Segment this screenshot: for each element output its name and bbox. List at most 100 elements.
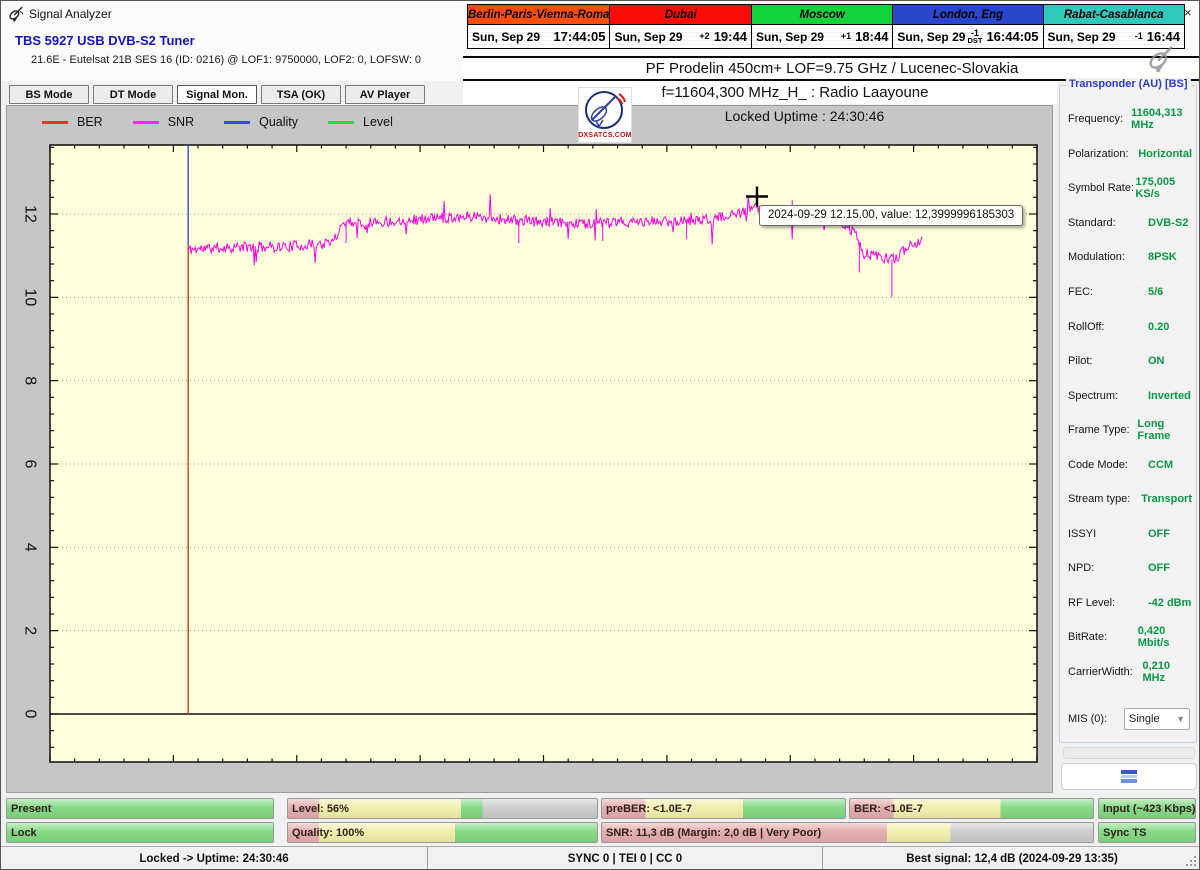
- frequency-header: f=11604,300 MHz_H_ : Radio Laayoune: [463, 81, 1057, 104]
- transponder-label: RF Level:: [1068, 596, 1116, 609]
- clock-city-label: Moscow: [751, 5, 893, 25]
- transponder-panel: Transponder (AU) [BS] Frequency: 11604,31…: [1059, 78, 1197, 743]
- resize-grip[interactable]: [1185, 855, 1197, 867]
- transponder-row: Polarization: Horizontal: [1068, 137, 1192, 172]
- stream-list-button[interactable]: [1061, 763, 1197, 790]
- transponder-label: Stream type:: [1068, 493, 1131, 506]
- legend-label: Quality: [259, 115, 299, 129]
- chart-tooltip: 2024-09-29 12.15.00, value: 12,399999618…: [759, 205, 1024, 226]
- transponder-label: Frequency:: [1068, 113, 1124, 126]
- transponder-row: ISSYI OFF: [1068, 517, 1192, 552]
- chart-legend: BER SNR Quality Level: [42, 115, 393, 129]
- statusbar-section-0: Locked -> Uptime: 24:30:46: [1, 847, 428, 869]
- chart-panel: BER SNR Quality Level Locked Uptime : 24:30…: [6, 105, 1053, 793]
- transponder-value: 0,210 MHz: [1142, 660, 1170, 685]
- clock-city-label: Rabat-Casablanca: [1043, 5, 1184, 25]
- chevron-down-icon: ▼: [1176, 714, 1185, 724]
- transponder-row: RF Level: -42 dBm: [1068, 586, 1192, 621]
- transponder-value: CCM: [1148, 458, 1174, 471]
- clock-offset-note: DST: [967, 35, 983, 45]
- gauge-lock: Lock: [6, 822, 274, 843]
- transponder-row: NPD: OFF: [1068, 551, 1192, 586]
- mode-tabs: BS Mode DT Mode Signal Mon. TSA (OK) AV Play…: [9, 85, 425, 104]
- transponder-row: Standard: DVB-S2: [1068, 206, 1192, 241]
- transponder-value: -42 dBm: [1148, 596, 1192, 609]
- gauge-label: Level: 56%: [292, 802, 349, 815]
- gauge-label: preBER: <1.0E-7: [606, 802, 692, 815]
- clock-4: Rabat-Casablanca Sun, Sep 29 -1 16:44: [1043, 5, 1184, 48]
- transponder-value: 8PSK: [1148, 251, 1177, 264]
- gauge-input: Input (~423 Kbps): [1098, 798, 1196, 819]
- legend-label: BER: [77, 115, 103, 129]
- clock-time: 18:44: [855, 29, 889, 44]
- mis-dropdown[interactable]: Single ▼: [1124, 708, 1190, 730]
- transponder-value: 11604,313 MHz: [1131, 107, 1183, 132]
- statusbar-section-1: SYNC 0 | TEI 0 | CC 0: [428, 847, 823, 869]
- clock-time: 16:44:05: [986, 29, 1039, 44]
- gauge-quality: Quality: 100%: [287, 822, 598, 843]
- transponder-label: Symbol Rate:: [1068, 182, 1135, 195]
- transponder-value: 5/6: [1148, 286, 1164, 298]
- transponder-value: Transport: [1141, 493, 1192, 506]
- satellite-dish-icon-gray: [1149, 45, 1173, 73]
- clock-date: Sun, Sep 29: [614, 29, 683, 44]
- tuner-title: TBS 5927 USB DVB-S2 Tuner: [15, 33, 195, 48]
- transponder-value: 175,005 KS/s: [1135, 176, 1176, 201]
- transponder-label: NPD:: [1068, 562, 1095, 575]
- transponder-label: Modulation:: [1068, 251, 1125, 264]
- mis-row: MIS (0): Single ▼: [1068, 708, 1190, 730]
- gauge-label: BER: <1.0E-7: [854, 802, 923, 815]
- clock-offset-value: +1: [840, 31, 852, 41]
- clock-2: Moscow Sun, Sep 29 +1 18:44: [751, 5, 894, 48]
- legend-item-snr: SNR: [132, 115, 194, 129]
- panel-divider-strip: [1063, 747, 1195, 759]
- gauge-present: Present: [6, 798, 274, 819]
- tab-av-player[interactable]: AV Player: [345, 85, 425, 104]
- tab-tsa-ok-[interactable]: TSA (OK): [261, 85, 341, 104]
- stream-list-icon: [1121, 770, 1137, 783]
- clock-time-row: Sun, Sep 29 17:44:05: [468, 25, 610, 48]
- gauge-sync-ts: Sync TS: [1098, 822, 1196, 843]
- gauge-label: Lock: [11, 826, 37, 839]
- transponder-value: Inverted: [1148, 389, 1191, 402]
- clock-city-label: Berlin-Paris-Vienna-Roma: [468, 5, 610, 25]
- transponder-row: Stream type: Transport: [1068, 482, 1192, 517]
- transponder-value: 0,420 Mbit/s: [1137, 625, 1170, 650]
- transponder-panel-title: Transponder (AU) [BS]: [1066, 78, 1191, 90]
- clock-offset-value: +2: [699, 31, 710, 41]
- tab-dt-mode[interactable]: DT Mode: [93, 85, 173, 104]
- legend-item-ber: BER: [42, 115, 103, 129]
- mis-label: MIS (0):: [1068, 713, 1108, 725]
- clock-utc-offset: -1 DST: [965, 28, 984, 45]
- tab-bs-mode[interactable]: BS Mode: [9, 85, 89, 104]
- transponder-label: Polarization:: [1068, 147, 1129, 160]
- transponder-row: Frequency: 11604,313 MHz: [1068, 102, 1192, 137]
- clock-city-label: Dubai: [610, 5, 751, 25]
- clock-1: Dubai Sun, Sep 29 +2 19:44: [610, 5, 752, 48]
- dxsatcs-logo-text: DXSATCS.COM: [578, 132, 632, 139]
- legend-item-quality: Quality: [224, 115, 298, 129]
- transponder-value: OFF: [1148, 562, 1170, 575]
- dxsatcs-logo-icon: [585, 91, 626, 129]
- transponder-label: Standard:: [1068, 216, 1116, 229]
- transponder-value: 0.20: [1148, 320, 1170, 333]
- gauge-label: Quality: 100%: [292, 826, 365, 839]
- clock-utc-offset: +2: [697, 32, 711, 41]
- chart-plot[interactable]: 0 2 4 6 8 10 12: [10, 136, 1054, 788]
- transponder-row: Spectrum: Inverted: [1068, 378, 1192, 413]
- gauge-preber: preBER: <1.0E-7: [601, 798, 846, 819]
- transponder-label: BitRate:: [1068, 631, 1108, 644]
- clock-3: London, Eng Sun, Sep 29 -1 DST 16:44:05: [893, 5, 1044, 48]
- clock-date: Sun, Sep 29: [755, 29, 824, 44]
- gauge-label: Input (~423 Kbps): [1103, 802, 1196, 815]
- clock-offset-value: -1: [1134, 31, 1143, 41]
- clock-time-row: Sun, Sep 29 +2 19:44: [610, 25, 751, 48]
- transponder-row: FEC: 5/6: [1068, 275, 1192, 310]
- clock-date: Sun, Sep 29: [472, 29, 541, 44]
- svg-text:0: 0: [22, 710, 39, 719]
- transponder-label: ISSYI: [1068, 527, 1097, 540]
- close-icon[interactable]: ×: [1184, 5, 1192, 20]
- signal-analyzer-window: Signal Analyzer × TBS 5927 USB DVB-S2 Tu…: [0, 0, 1200, 870]
- tab-signal-mon-[interactable]: Signal Mon.: [177, 85, 257, 104]
- svg-text:8: 8: [22, 376, 39, 385]
